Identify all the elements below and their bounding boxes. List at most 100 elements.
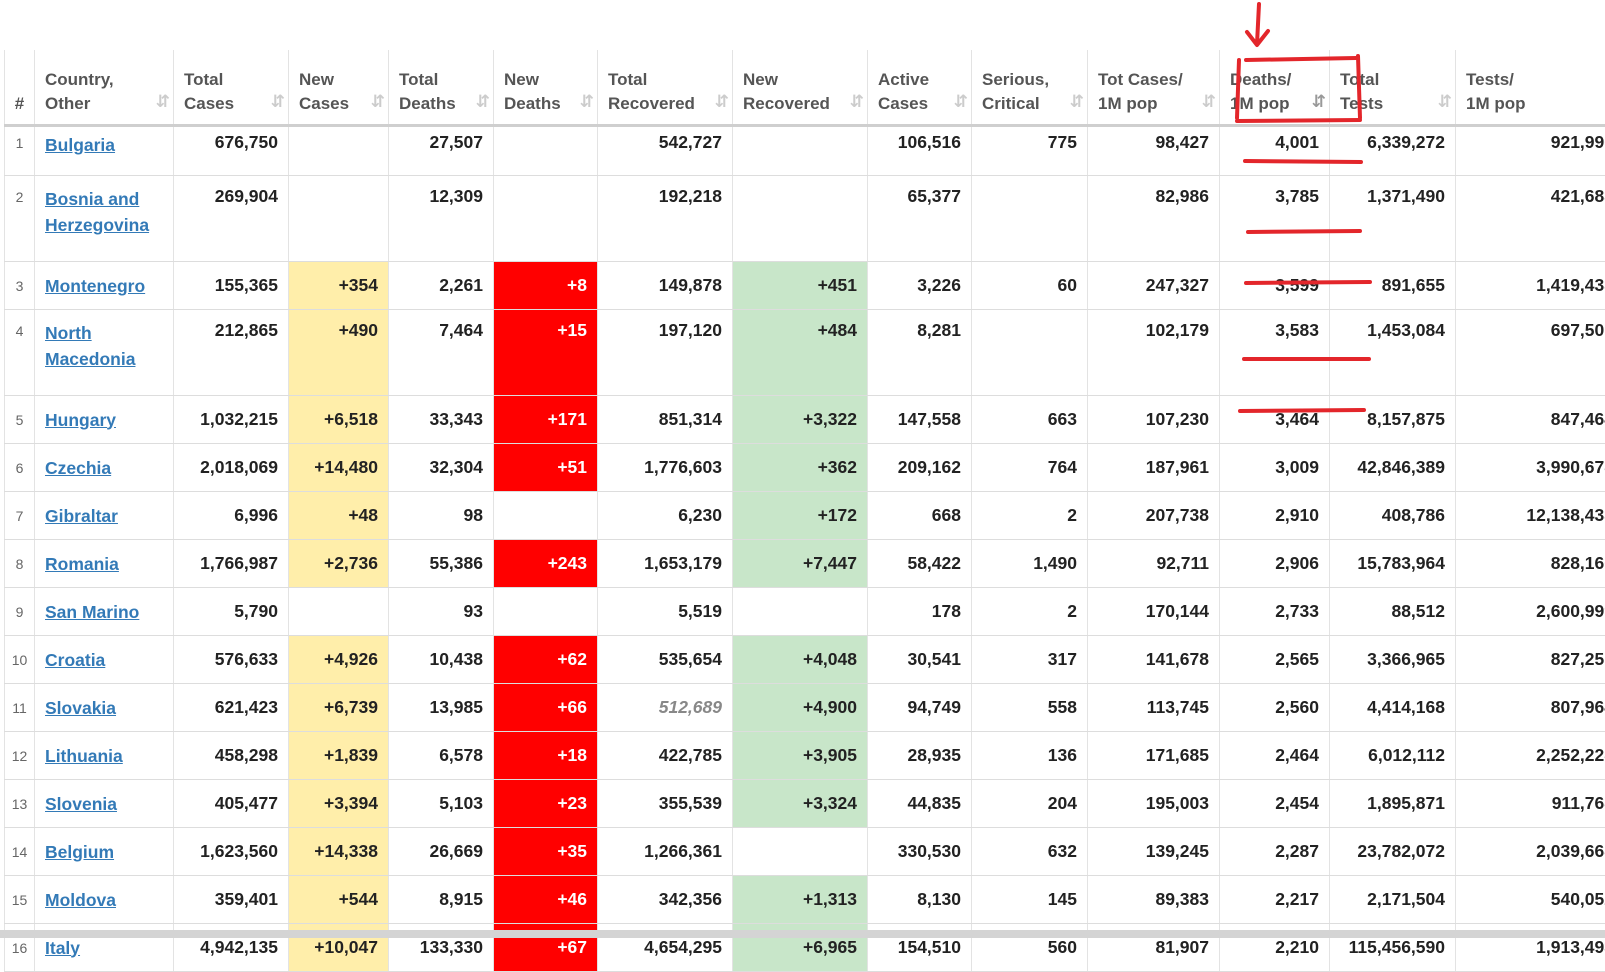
sort-icon[interactable]: ⇵	[371, 90, 382, 114]
country-link[interactable]: Montenegro	[45, 273, 163, 299]
sort-icon[interactable]: ⇵	[476, 90, 487, 114]
header-serious-critical[interactable]: Serious, Critical⇵	[972, 50, 1088, 126]
cell-tot-cases-1m: 89,383	[1088, 876, 1220, 924]
cell-active-cases: 8,130	[868, 876, 972, 924]
cell-total-cases: 359,401	[174, 876, 289, 924]
country-link[interactable]: Belgium	[45, 839, 163, 865]
header-deaths-1m[interactable]: Deaths/ 1M pop⇵	[1220, 50, 1330, 126]
sort-icon[interactable]: ⇵	[1070, 90, 1081, 114]
country-link[interactable]: Romania	[45, 551, 163, 577]
header-tot-cases-1m[interactable]: Tot Cases/ 1M pop⇵	[1088, 50, 1220, 126]
cell-total-tests-value: 891,655	[1382, 275, 1445, 295]
country-link[interactable]: San Marino	[45, 599, 163, 625]
header-new-recovered[interactable]: New Recovered⇵	[733, 50, 868, 126]
cell-rank: 4	[5, 310, 35, 396]
cell-new-deaths-value: +66	[557, 697, 587, 717]
header-rank[interactable]: #	[5, 50, 35, 126]
sort-icon[interactable]: ⇵	[954, 90, 965, 114]
cell-total-recovered: 512,689	[598, 684, 733, 732]
cell-new-deaths: +243	[494, 540, 598, 588]
cell-country: Montenegro	[35, 262, 174, 310]
cell-new-recovered: +3,322	[733, 396, 868, 444]
country-link[interactable]: Bulgaria	[45, 132, 163, 158]
header-tests-1m[interactable]: Tests/ 1M pop⇵	[1456, 50, 1605, 126]
country-link[interactable]: North Macedonia	[45, 320, 163, 372]
sort-icon[interactable]: ⇵	[1202, 90, 1213, 114]
cell-new-cases-value: +6,739	[324, 697, 378, 717]
cell-total-recovered-value: 542,727	[659, 132, 722, 152]
header-total-recovered[interactable]: Total Recovered⇵	[598, 50, 733, 126]
cell-active-cases-value: 147,558	[898, 409, 961, 429]
country-link[interactable]: Italy	[45, 935, 163, 961]
cell-tot-cases-1m-value: 98,427	[1155, 132, 1209, 152]
cell-total-cases: 5,790	[174, 588, 289, 636]
cell-total-recovered-value: 4,654,295	[644, 937, 722, 957]
country-link[interactable]: Hungary	[45, 407, 163, 433]
sort-icon[interactable]: ⇵	[715, 90, 726, 114]
cell-serious-critical-value: 764	[1048, 457, 1077, 477]
country-link[interactable]: Moldova	[45, 887, 163, 913]
cell-active-cases-value: 154,510	[898, 937, 961, 957]
cell-active-cases: 178	[868, 588, 972, 636]
cell-new-cases: +14,338	[289, 828, 389, 876]
sort-icon[interactable]: ⇵	[156, 90, 167, 114]
cell-new-deaths-value: +67	[557, 937, 587, 957]
cell-total-cases: 1,623,560	[174, 828, 289, 876]
cell-new-recovered-value: +1,313	[803, 889, 857, 909]
cell-new-deaths-value: +171	[548, 409, 587, 429]
cell-active-cases: 94,749	[868, 684, 972, 732]
cell-rank-value: 5	[16, 412, 24, 428]
cell-rank-value: 14	[12, 844, 28, 860]
country-link[interactable]: Slovenia	[45, 791, 163, 817]
header-new-deaths[interactable]: New Deaths⇵	[494, 50, 598, 126]
header-rank-label: #	[9, 92, 30, 116]
cell-rank-value: 8	[16, 556, 24, 572]
cell-active-cases: 30,541	[868, 636, 972, 684]
cell-total-tests-value: 88,512	[1391, 601, 1445, 621]
header-new-cases[interactable]: New Cases⇵	[289, 50, 389, 126]
country-link[interactable]: Bosnia and Herzegovina	[45, 186, 163, 238]
country-link[interactable]: Croatia	[45, 647, 163, 673]
header-active-cases[interactable]: Active Cases⇵	[868, 50, 972, 126]
country-link[interactable]: Gibraltar	[45, 503, 163, 529]
annotation-arrow-icon	[1247, 4, 1268, 45]
cell-total-tests-value: 1,371,490	[1367, 186, 1445, 206]
cell-country: Bosnia and Herzegovina	[35, 176, 174, 262]
sort-desc-icon[interactable]: ⇵	[1312, 90, 1323, 114]
sort-icon[interactable]: ⇵	[850, 90, 861, 114]
header-deaths-1m-label: Deaths/ 1M pop	[1230, 68, 1319, 116]
cell-rank-value: 9	[16, 604, 24, 620]
cell-new-recovered: +1,313	[733, 876, 868, 924]
cell-deaths-1m: 2,464	[1220, 732, 1330, 780]
cell-new-cases: +14,480	[289, 444, 389, 492]
cell-tests-1m-value: 2,039,668	[1536, 841, 1605, 861]
cell-serious-critical: 204	[972, 780, 1088, 828]
country-link[interactable]: Czechia	[45, 455, 163, 481]
cell-new-deaths: +35	[494, 828, 598, 876]
sort-icon[interactable]: ⇵	[580, 90, 591, 114]
header-total-cases-label: Total Cases	[184, 68, 278, 116]
country-link[interactable]: Lithuania	[45, 743, 163, 769]
covid-table-container: # Country, Other⇵ Total Cases⇵ New Cases…	[4, 50, 1605, 972]
cell-tot-cases-1m: 107,230	[1088, 396, 1220, 444]
header-country[interactable]: Country, Other⇵	[35, 50, 174, 126]
cell-active-cases: 3,226	[868, 262, 972, 310]
country-link[interactable]: Slovakia	[45, 695, 163, 721]
header-total-cases[interactable]: Total Cases⇵	[174, 50, 289, 126]
horizontal-scrollbar[interactable]	[0, 930, 1605, 938]
header-total-deaths[interactable]: Total Deaths⇵	[389, 50, 494, 126]
cell-total-deaths-value: 12,309	[429, 186, 483, 206]
cell-total-tests-value: 115,456,590	[1349, 937, 1445, 957]
sort-icon[interactable]: ⇵	[1438, 90, 1449, 114]
cell-country: Slovakia	[35, 684, 174, 732]
sort-icon[interactable]: ⇵	[271, 90, 282, 114]
cell-tot-cases-1m: 139,245	[1088, 828, 1220, 876]
cell-new-deaths: +62	[494, 636, 598, 684]
cell-new-cases: +354	[289, 262, 389, 310]
cell-new-recovered-value: +4,900	[803, 697, 857, 717]
cell-total-cases-value: 458,298	[215, 745, 278, 765]
table-row: 13Slovenia405,477+3,3945,103+23355,539+3…	[5, 780, 1605, 828]
header-total-tests[interactable]: Total Tests⇵	[1330, 50, 1456, 126]
cell-tests-1m: 3,990,678	[1456, 444, 1605, 492]
cell-new-deaths: +23	[494, 780, 598, 828]
